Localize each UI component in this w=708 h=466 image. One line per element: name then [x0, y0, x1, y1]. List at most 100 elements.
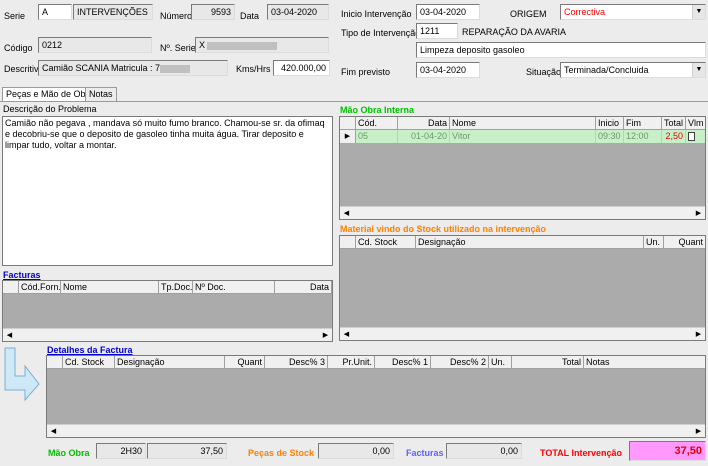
cell-data: 01-04-20: [398, 130, 450, 143]
col-blank: [3, 281, 19, 293]
mao-obra-title: Mão Obra Interna: [340, 105, 415, 115]
total-pecas-label: Peças de Stock: [248, 448, 315, 458]
facturas-grid[interactable]: Cód.Forn. Nome Tp.Doc. Nº Doc. Data ◀ ▶: [2, 280, 333, 342]
tab-divider: [0, 101, 708, 102]
col-fim[interactable]: Fim: [624, 117, 662, 129]
checkbox-icon[interactable]: [688, 132, 695, 142]
col-data[interactable]: Data: [275, 281, 332, 293]
col-cod[interactable]: Cód.: [356, 117, 398, 129]
cell-total: 2,50: [662, 130, 686, 143]
mao-obra-header: Cód. Data Nome Inicio Fim Total Vlm: [340, 117, 705, 130]
cell-vlm-checkbox[interactable]: [686, 130, 705, 143]
inicio-field[interactable]: 03-04-2020: [416, 4, 480, 20]
col-quant[interactable]: Quant: [664, 236, 705, 248]
col-cod-forn[interactable]: Cód.Forn.: [19, 281, 61, 293]
col-nome[interactable]: Nome: [450, 117, 596, 129]
serie-label: Serie: [4, 11, 26, 21]
tab-pecas-mao-obra[interactable]: Peças e Mão de Obra: [2, 87, 98, 102]
tab-notas[interactable]: Notas: [85, 87, 117, 101]
numero-label: Número: [160, 11, 193, 21]
material-hscroll[interactable]: ◀ ▶: [340, 327, 705, 340]
scroll-left-icon[interactable]: ◀: [340, 328, 353, 340]
scroll-left-icon[interactable]: ◀: [3, 329, 16, 341]
cell-cod: 05: [356, 130, 398, 143]
redacted-blur: [160, 64, 191, 73]
codigo-field[interactable]: 0212: [38, 37, 152, 53]
col-tp-doc[interactable]: Tp.Doc.: [159, 281, 193, 293]
serie-name-field: INTERVENÇÕES: [73, 4, 153, 20]
kms-field[interactable]: 420.000,00: [273, 60, 330, 76]
data-label: Data: [240, 11, 260, 21]
detalhes-hscroll[interactable]: ◀ ▶: [47, 424, 705, 437]
detalhes-grid[interactable]: Cd. Stock Designação Quant Desc% 3 Pr.Un…: [46, 355, 706, 438]
nserie-value: X: [199, 40, 206, 50]
situacao-value: Terminada/Concluida: [564, 65, 649, 75]
redacted-blur: [207, 41, 278, 50]
arrow-right-icon: [3, 346, 41, 402]
origem-value: Correctiva: [564, 7, 606, 17]
col-desc1[interactable]: Desc% 1: [375, 356, 431, 368]
chevron-down-icon[interactable]: ▼: [692, 5, 705, 19]
col-inicio[interactable]: Inicio: [596, 117, 624, 129]
origem-label: ORIGEM: [510, 9, 547, 19]
col-blank: [47, 356, 63, 368]
col-data[interactable]: Data: [398, 117, 450, 129]
cell-inicio: 09:30: [596, 130, 624, 143]
problem-text: Camião não pegava , mandava só muito fum…: [5, 118, 325, 150]
material-header: Cd. Stock Designação Un. Quant: [340, 236, 705, 249]
total-mao-obra-value: 37,50: [147, 443, 227, 459]
scroll-left-icon[interactable]: ◀: [47, 425, 60, 437]
chevron-down-icon[interactable]: ▼: [692, 63, 705, 77]
table-row[interactable]: 05 01-04-20 Vitor 09:30 12:00 2,50: [356, 130, 705, 143]
fim-label: Fim previsto: [341, 67, 391, 77]
col-blank: [340, 117, 356, 129]
cell-fim: 12:00: [624, 130, 662, 143]
tipo-code-field[interactable]: 1211: [416, 23, 458, 39]
col-total[interactable]: Total: [512, 356, 584, 368]
numero-field: 9593: [191, 4, 235, 20]
total-intervencao-label: TOTAL Intervenção: [540, 448, 623, 458]
col-notas[interactable]: Notas: [584, 356, 704, 368]
col-un[interactable]: Un.: [644, 236, 664, 248]
col-nome[interactable]: Nome: [61, 281, 159, 293]
serie-field[interactable]: A: [38, 4, 72, 20]
scroll-right-icon[interactable]: ▶: [692, 207, 705, 219]
total-pecas-value: 0,00: [318, 443, 394, 459]
total-facturas-label: Facturas: [406, 448, 444, 458]
facturas-hscroll[interactable]: ◀ ▶: [3, 328, 332, 341]
col-quant[interactable]: Quant: [225, 356, 265, 368]
total-mao-obra-hours: 2H30: [96, 443, 146, 459]
col-pr-unit[interactable]: Pr.Unit.: [328, 356, 375, 368]
mao-obra-grid[interactable]: Cód. Data Nome Inicio Fim Total Vlm ▶ 05…: [339, 116, 706, 220]
scroll-left-icon[interactable]: ◀: [340, 207, 353, 219]
col-designacao[interactable]: Designação: [115, 356, 225, 368]
col-cd-stock[interactable]: Cd. Stock: [63, 356, 115, 368]
fim-field[interactable]: 03-04-2020: [416, 62, 480, 78]
col-n-doc[interactable]: Nº Doc.: [193, 281, 275, 293]
material-grid[interactable]: Cd. Stock Designação Un. Quant ◀ ▶: [339, 235, 706, 341]
col-desc3[interactable]: Desc% 3: [265, 356, 328, 368]
detalhes-header: Cd. Stock Designação Quant Desc% 3 Pr.Un…: [47, 356, 705, 369]
mao-obra-hscroll[interactable]: ◀ ▶: [340, 206, 705, 219]
col-desc2[interactable]: Desc% 2: [431, 356, 489, 368]
situacao-select[interactable]: Terminada/Concluida ▼: [560, 62, 706, 78]
material-title: Material vindo do Stock utilizado na int…: [340, 224, 547, 234]
col-designacao[interactable]: Designação: [416, 236, 644, 248]
col-vlm[interactable]: Vlm: [686, 117, 705, 129]
scroll-right-icon[interactable]: ▶: [692, 328, 705, 340]
scroll-right-icon[interactable]: ▶: [692, 425, 705, 437]
data-field: 03-04-2020: [267, 4, 329, 20]
kms-label: Kms/Hrs: [236, 64, 271, 74]
col-blank: [340, 236, 356, 248]
nserie-label: Nº. Serie: [160, 43, 196, 53]
col-total[interactable]: Total: [662, 117, 686, 129]
facturas-header: Cód.Forn. Nome Tp.Doc. Nº Doc. Data: [3, 281, 332, 294]
total-facturas-value: 0,00: [446, 443, 522, 459]
tipo-desc-field[interactable]: Limpeza deposito gasoleo: [416, 42, 706, 58]
origem-select[interactable]: Correctiva ▼: [560, 4, 706, 20]
scroll-right-icon[interactable]: ▶: [319, 329, 332, 341]
col-cd-stock[interactable]: Cd. Stock: [356, 236, 416, 248]
col-un[interactable]: Un.: [489, 356, 512, 368]
tipo-name: REPARAÇÃO DA AVARIA: [462, 27, 567, 37]
problem-textarea[interactable]: Camião não pegava , mandava só muito fum…: [2, 116, 333, 266]
